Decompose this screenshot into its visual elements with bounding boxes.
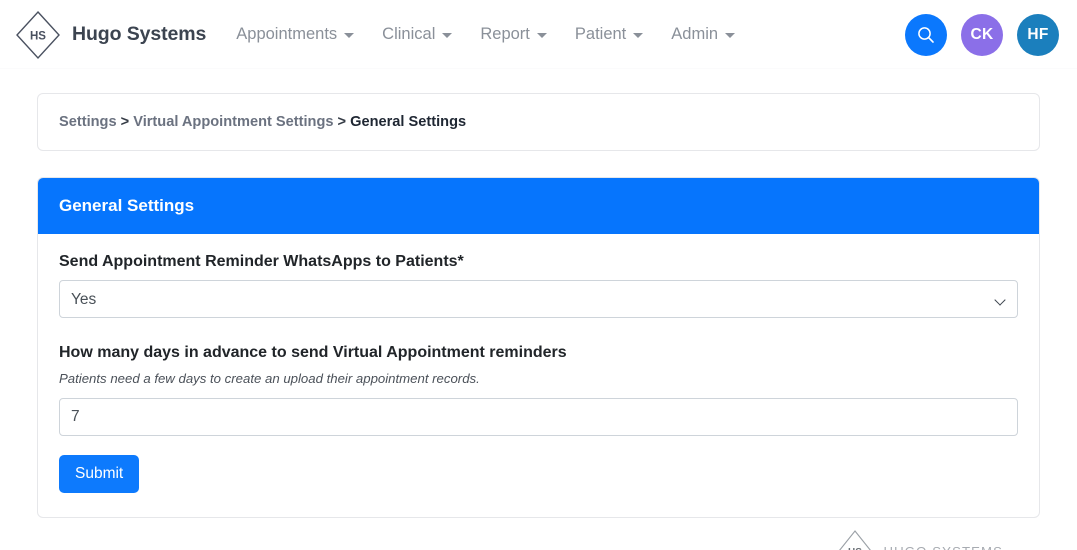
nav-item-label: Report xyxy=(480,25,530,44)
hugo-systems-footer-diamond-logo-icon: HS xyxy=(835,529,875,550)
page-content: Settings > Virtual Appointment Settings … xyxy=(0,69,1077,550)
days-advance-input[interactable] xyxy=(59,398,1018,436)
general-settings-card: General Settings Send Appointment Remind… xyxy=(37,177,1040,518)
whatsapp-reminder-select-wrapper: Yes No xyxy=(59,280,1018,318)
nav-item-label: Admin xyxy=(671,25,718,44)
nav-item-label: Patient xyxy=(575,25,626,44)
hugo-systems-diamond-logo-icon: HS xyxy=(14,9,62,61)
breadcrumb-item-current: General Settings xyxy=(350,114,466,130)
brand-logo-link[interactable]: HS Hugo Systems xyxy=(14,9,206,61)
card-header-title: General Settings xyxy=(38,178,1039,234)
nav-item-label: Clinical xyxy=(382,25,435,44)
nav-item-label: Appointments xyxy=(236,25,337,44)
footer-brand-name: HUGO SYSTEMS xyxy=(884,544,1003,550)
chevron-down-icon xyxy=(725,33,735,38)
chevron-down-icon xyxy=(344,33,354,38)
chevron-down-icon xyxy=(442,33,452,38)
search-button[interactable] xyxy=(905,14,947,56)
page-footer: HS HUGO SYSTEMS xyxy=(37,518,1040,550)
search-icon xyxy=(916,25,936,45)
avatar-initials: HF xyxy=(1027,26,1048,44)
nav-item-report[interactable]: Report xyxy=(466,17,561,52)
whatsapp-reminder-label: Send Appointment Reminder WhatsApps to P… xyxy=(59,253,1018,271)
breadcrumb-separator: > xyxy=(333,114,350,130)
avatar-initials: CK xyxy=(971,26,994,44)
whatsapp-reminder-select[interactable]: Yes No xyxy=(59,280,1018,318)
navbar-right-actions: CK HF xyxy=(905,14,1059,56)
main-nav: Appointments Clinical Report Patient Adm… xyxy=(222,17,749,52)
nav-item-clinical[interactable]: Clinical xyxy=(368,17,466,52)
submit-button[interactable]: Submit xyxy=(59,455,139,493)
nav-item-admin[interactable]: Admin xyxy=(657,17,749,52)
logo-initials: HS xyxy=(30,30,46,42)
settings-form: Send Appointment Reminder WhatsApps to P… xyxy=(38,234,1039,517)
top-navbar: HS Hugo Systems Appointments Clinical Re… xyxy=(0,0,1077,69)
breadcrumb: Settings > Virtual Appointment Settings … xyxy=(59,114,1018,130)
days-advance-label: How many days in advance to send Virtual… xyxy=(59,344,1018,362)
breadcrumb-item-settings[interactable]: Settings xyxy=(59,114,117,130)
avatar-ck[interactable]: CK xyxy=(961,14,1003,56)
breadcrumb-separator: > xyxy=(117,114,134,130)
breadcrumb-card: Settings > Virtual Appointment Settings … xyxy=(37,93,1040,151)
days-advance-help-text: Patients need a few days to create an up… xyxy=(59,371,1018,386)
brand-name: Hugo Systems xyxy=(72,23,206,46)
chevron-down-icon xyxy=(537,33,547,38)
nav-item-patient[interactable]: Patient xyxy=(561,17,657,52)
chevron-down-icon xyxy=(633,33,643,38)
avatar-hf[interactable]: HF xyxy=(1017,14,1059,56)
nav-item-appointments[interactable]: Appointments xyxy=(222,17,368,52)
breadcrumb-item-virtual-appointment-settings[interactable]: Virtual Appointment Settings xyxy=(133,114,333,130)
